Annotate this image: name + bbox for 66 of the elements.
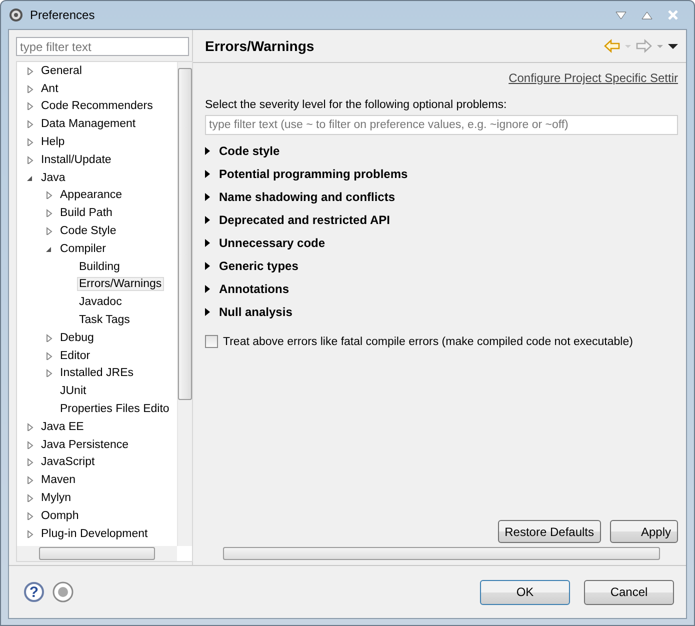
vertical-scrollbar[interactable] [177,62,192,546]
tree-item[interactable]: Data Management [39,117,138,132]
tree-item[interactable]: JUnit [58,384,88,398]
description-text: Select the severity level for the following optional problems: [205,99,508,111]
gear-icon [8,7,24,23]
forward-arrow-icon[interactable] [636,39,652,53]
section-header[interactable]: Null analysis [219,304,292,318]
filter-field[interactable]: type filter text [16,37,189,56]
restore-defaults-button[interactable]: Restore Defaults [498,520,601,543]
collapsed-arrow-icon[interactable] [205,192,211,200]
tree-item[interactable]: Javadoc [77,295,124,310]
tree-item[interactable]: Appearance [58,188,124,202]
back-arrow-icon[interactable] [604,39,620,53]
tree-item[interactable]: Java EE [39,420,86,434]
checkbox-label: Treat above errors like fatal compile errors (make compiled code not executable) [223,336,633,348]
collapsed-arrow-icon[interactable] [205,262,211,270]
tree-item[interactable]: Ant [39,82,60,96]
collapsed-arrow-icon[interactable] [205,146,211,154]
tree-item[interactable]: Building [77,260,122,274]
tree-item[interactable]: Editor [58,348,92,363]
section-header[interactable]: Potential programming problems [219,166,408,180]
checkbox[interactable] [205,335,218,348]
tree-item[interactable]: Debug [58,330,96,345]
collapsed-arrow-icon[interactable] [205,284,211,292]
tree-item[interactable]: Installed JREs [58,366,136,380]
expanded-arrow-icon[interactable] [26,174,34,182]
configure-link[interactable]: Configure Project Specific Settir [508,71,678,85]
tree-item[interactable]: Properties Files Edito [58,402,172,416]
maximize-icon[interactable] [641,10,653,20]
tree-item[interactable]: Errors/Warnings [77,277,164,292]
tree-item[interactable]: Compiler [58,242,108,256]
tree-item[interactable]: Maven [39,473,78,488]
collapsed-arrow-icon[interactable] [205,238,211,246]
tree-item[interactable]: Help [39,135,67,150]
help-button[interactable]: ? [24,582,44,602]
horizontal-scrollbar[interactable] [17,546,177,561]
window-title: Preferences [30,8,95,22]
section-header[interactable]: Generic types [219,258,298,272]
expanded-arrow-icon[interactable] [45,244,53,253]
collapsed-arrow-icon[interactable] [205,308,211,316]
section-header[interactable]: Unnecessary code [219,236,326,250]
tree-item[interactable]: Mylyn [39,491,74,506]
tree-item[interactable]: JavaScript [39,455,97,470]
tree-item[interactable]: Build Path [58,206,114,220]
minimize-icon[interactable] [615,10,627,20]
record-icon[interactable] [52,581,74,603]
tree-item[interactable]: Plug-in Development [39,526,150,541]
section-header[interactable]: Annotations [219,282,289,296]
tree-item[interactable]: Install/Update [39,152,114,167]
tree-item[interactable]: General [39,64,84,78]
tree-item[interactable]: Java Persistence [39,438,131,452]
cancel-button[interactable]: Cancel [584,580,674,604]
section-header[interactable]: Name shadowing and conflicts [219,190,396,204]
tree-item[interactable]: Code Recommenders [39,99,155,114]
tree-item[interactable]: Task Tags [77,313,132,328]
tree-item[interactable]: Oomph [39,508,81,523]
tree-item[interactable]: Java [39,170,68,185]
collapsed-arrow-icon[interactable] [205,170,211,178]
ok-button[interactable]: OK [480,580,570,604]
section-header[interactable]: Deprecated and restricted API [219,212,390,226]
apply-button[interactable]: Apply [610,520,678,543]
filter-field[interactable]: type filter text (use ~ to filter on preference values, e.g. ~ignore or ~off) [205,115,678,135]
page-title: Errors/Warnings [205,38,314,54]
collapsed-arrow-icon[interactable] [205,216,211,224]
section-header[interactable]: Code style [219,144,280,158]
tree-item[interactable]: Code Style [58,224,118,238]
